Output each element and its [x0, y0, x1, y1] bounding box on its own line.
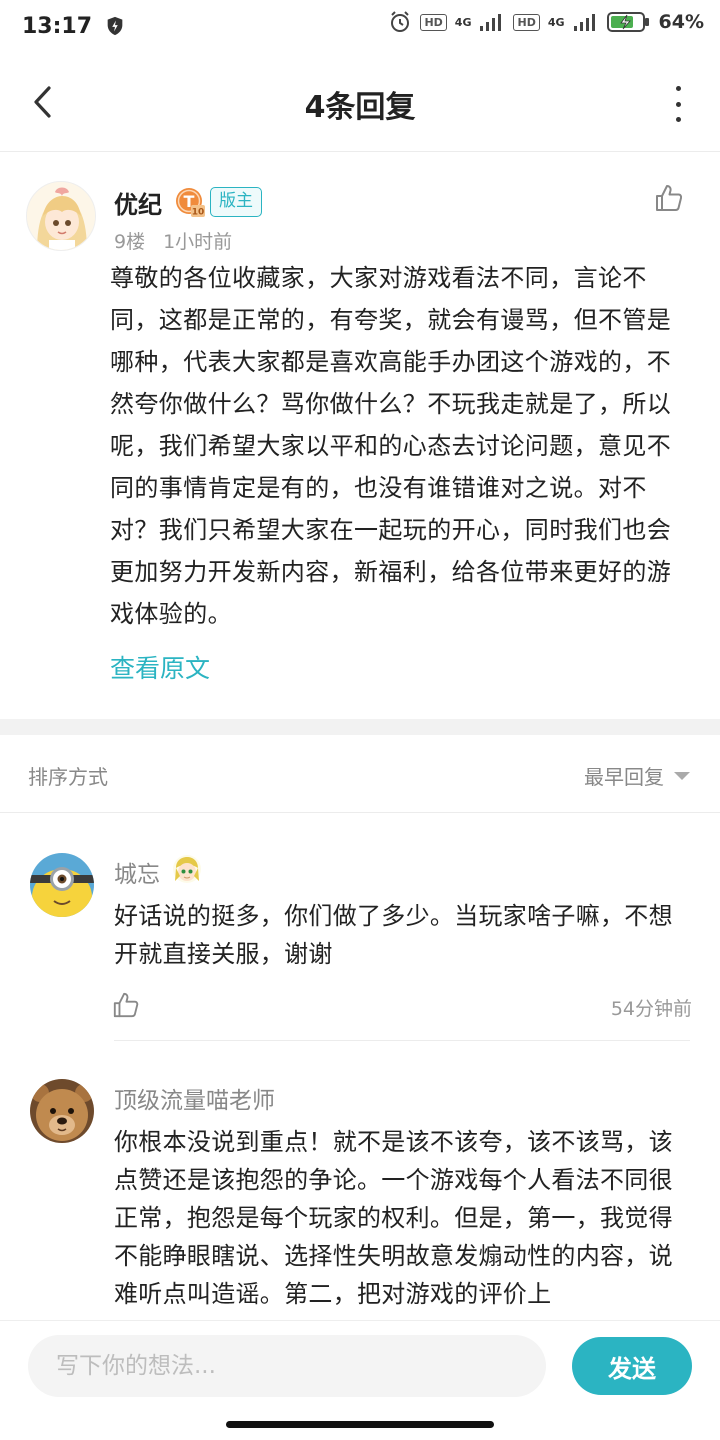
like-button[interactable]: [112, 991, 140, 1019]
author-name[interactable]: 优纪: [114, 185, 162, 220]
thumbs-up-icon: [656, 185, 683, 211]
avatar[interactable]: [30, 853, 94, 917]
avatar[interactable]: [26, 181, 96, 251]
reply-body: 你根本没说到重点！就不是该不该夸，该不该骂，该点赞还是该抱怨的争论。一个游戏每个…: [114, 1128, 673, 1308]
page-title: 4条回复: [304, 90, 416, 125]
teddy-bear-avatar-icon: [30, 1079, 94, 1143]
avatar[interactable]: [30, 1079, 94, 1143]
like-button[interactable]: [654, 183, 684, 213]
reply-author-name[interactable]: 城忘: [114, 855, 160, 889]
comment-input-bar: 发送: [0, 1320, 720, 1412]
caret-down-icon: [674, 771, 690, 780]
post-meta: 9楼 1小时前: [114, 227, 232, 254]
signal-icon: [573, 14, 595, 31]
reply-item: 城忘 好话说的挺多，你们做了多少。当玩家啥子嘛，不想开就直接关服，谢谢 54分钟…: [0, 813, 720, 1041]
battery-percent: 64%: [658, 11, 704, 33]
moderator-badge: 版主: [210, 187, 262, 217]
level-badge-icon: T 10: [176, 188, 205, 218]
floor-number: 9楼: [114, 231, 146, 253]
signal-icon: [480, 14, 502, 31]
post-time: 1小时前: [163, 231, 233, 253]
main-post: 优纪 T 10 版主 9楼 1小时前 尊敬的各位收藏家，大家对游戏看法不同，言论不…: [0, 153, 720, 719]
thumbs-up-icon: [113, 992, 139, 1018]
user-badge-icon: [173, 855, 201, 883]
level-badge-number: 10: [192, 208, 205, 218]
status-icons: HD 4G HD 4G 64%: [388, 10, 704, 34]
post-body: 尊敬的各位收藏家，大家对游戏看法不同，言论不同，这都是正常的，有夸奖，就会有谩骂…: [110, 264, 672, 628]
more-vertical-icon: [675, 86, 681, 91]
alarm-icon: [391, 11, 410, 32]
hd-badge: HD: [420, 13, 447, 31]
status-bar: 13:17 HD 4G HD 4G 64%: [0, 0, 720, 52]
hd-badge: HD: [513, 13, 540, 31]
network-label: 4G: [454, 15, 472, 29]
section-divider: [0, 719, 720, 735]
shield-icon: [107, 16, 123, 36]
reply-body: 好话说的挺多，你们做了多少。当玩家啥子嘛，不想开就直接关服，谢谢: [114, 902, 673, 968]
sort-selected-value: 最早回复: [584, 765, 664, 789]
sort-label: 排序方式: [28, 765, 108, 789]
send-button[interactable]: 发送: [572, 1337, 692, 1395]
minion-avatar-icon: [30, 853, 94, 917]
comment-input[interactable]: [28, 1335, 546, 1397]
top-navigation-bar: 4条回复: [0, 52, 720, 152]
battery-icon: [606, 12, 649, 32]
home-indicator[interactable]: [226, 1421, 494, 1428]
sort-bar: 排序方式 最早回复: [0, 735, 720, 813]
status-time: 13:17: [22, 13, 93, 39]
sort-dropdown[interactable]: 最早回复: [584, 761, 690, 790]
reply-author-name[interactable]: 顶级流量喵老师: [114, 1081, 275, 1115]
anime-girl-avatar-icon: [27, 182, 95, 250]
more-vertical-icon: [675, 101, 681, 107]
view-original-link[interactable]: 查看原文: [110, 649, 210, 685]
more-vertical-icon: [675, 117, 681, 122]
reply-time: 54分钟前: [610, 998, 692, 1020]
reply-item: 顶级流量喵老师 你根本没说到重点！就不是该不该夸，该不该骂，该点赞还是该抱怨的争…: [0, 1041, 720, 1320]
network-label: 4G: [547, 15, 565, 29]
more-options-button[interactable]: [670, 86, 686, 122]
